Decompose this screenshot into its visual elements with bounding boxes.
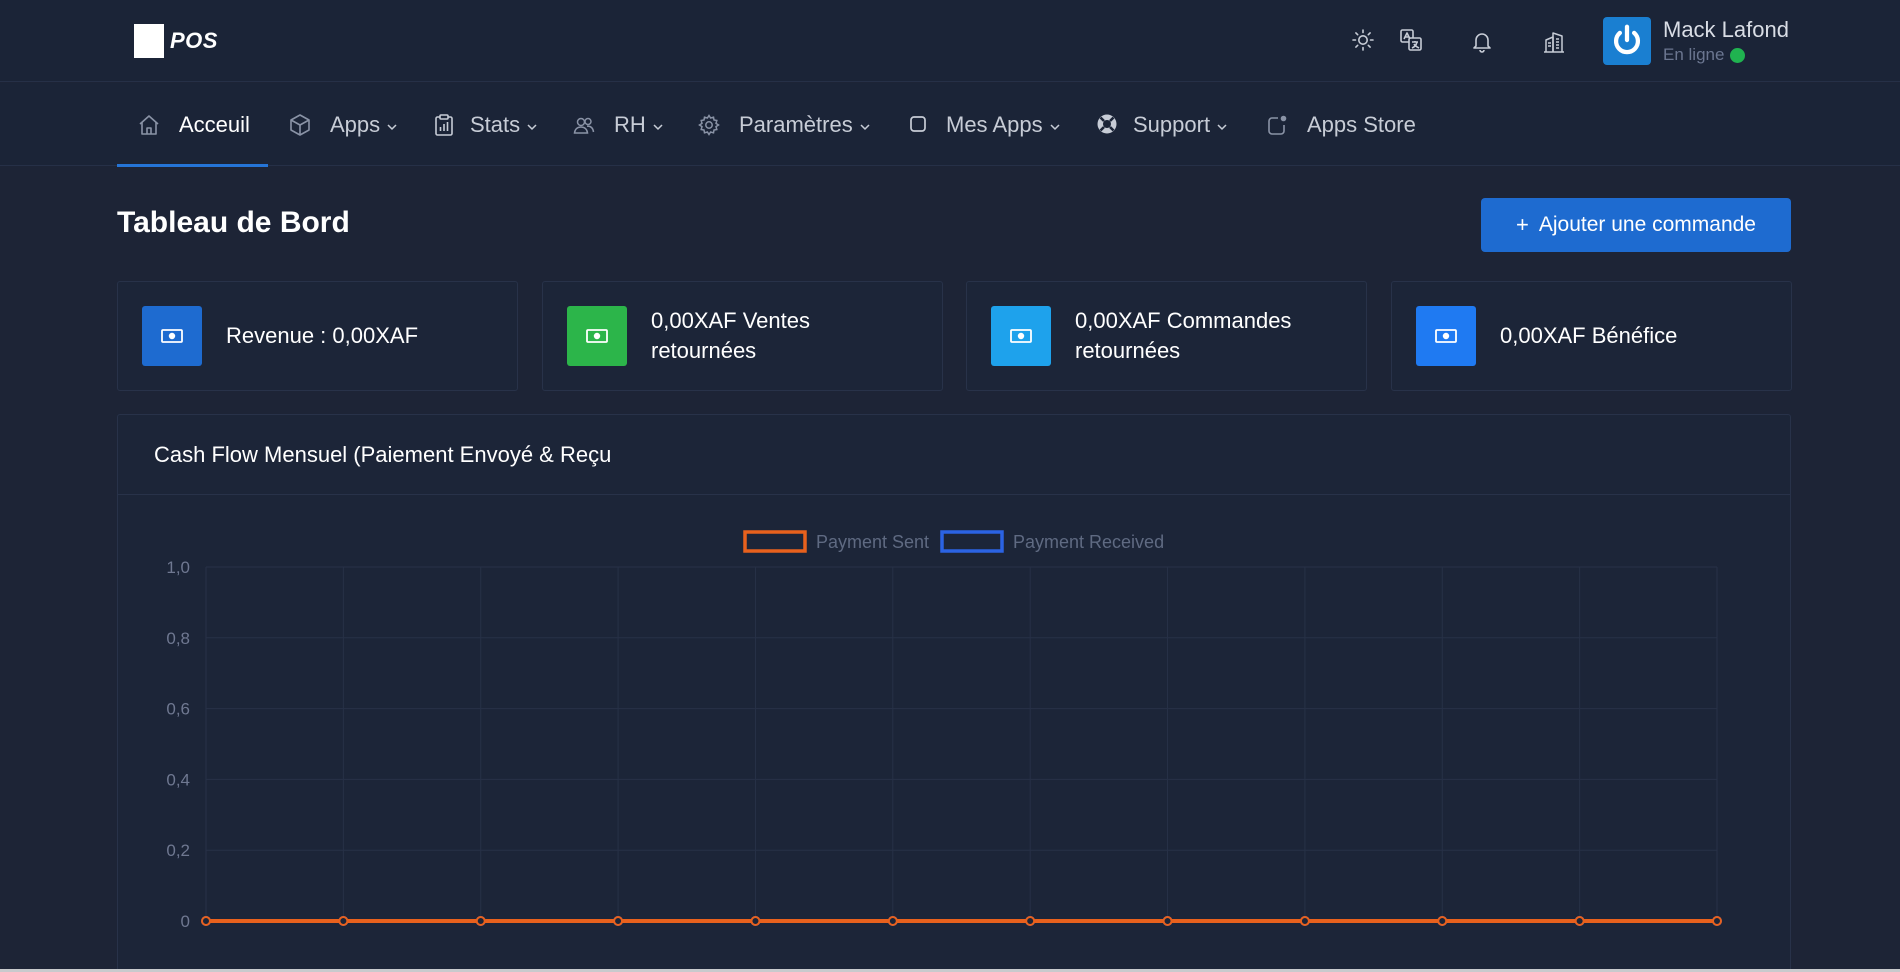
data-point bbox=[475, 916, 486, 926]
lifebuoy-icon bbox=[1097, 114, 1117, 133]
y-tick-label: 0,4 bbox=[166, 770, 190, 789]
nav-item-label: Paramètres bbox=[739, 111, 853, 137]
nav-item-stats[interactable]: Stats bbox=[432, 83, 538, 166]
chevron-down-icon bbox=[1217, 123, 1227, 130]
nav-item-parametres[interactable]: Paramètres bbox=[697, 83, 871, 166]
nav-item-rh[interactable]: RH bbox=[572, 83, 664, 166]
y-tick-label: 1,0 bbox=[166, 558, 190, 577]
data-point bbox=[338, 916, 349, 926]
y-tick-label: 0,2 bbox=[166, 841, 190, 860]
nav-item-mes-apps[interactable]: Mes Apps bbox=[906, 83, 1061, 166]
plus-icon: + bbox=[1516, 212, 1529, 237]
stat-card-revenue: Revenue : 0,00XAF bbox=[117, 281, 518, 391]
money-icon bbox=[142, 306, 202, 366]
bell-icon[interactable] bbox=[1468, 27, 1496, 55]
data-point bbox=[201, 916, 211, 926]
sun-icon[interactable] bbox=[1349, 26, 1377, 54]
chart-title: Cash Flow Mensuel (Paiement Envoyé & Reç… bbox=[118, 415, 1790, 495]
data-point bbox=[1299, 916, 1310, 926]
stat-card-returned-orders: 0,00XAF Commandes retournées bbox=[966, 281, 1367, 391]
main-nav: Acceuil Apps Stats RH Paramètres Mes App… bbox=[0, 83, 1900, 167]
data-point bbox=[613, 916, 624, 926]
page-title: Tableau de Bord bbox=[117, 206, 350, 239]
box-icon bbox=[290, 113, 310, 136]
nav-item-label: Acceuil bbox=[179, 111, 250, 137]
y-tick-label: 0,8 bbox=[166, 629, 190, 648]
nav-item-label: Support bbox=[1133, 111, 1211, 137]
chevron-down-icon bbox=[387, 123, 397, 130]
chevron-down-icon bbox=[860, 123, 870, 130]
data-point bbox=[1437, 916, 1448, 926]
legend-label: Payment Sent bbox=[816, 532, 929, 552]
nav-item-apps[interactable]: Apps bbox=[288, 83, 398, 166]
logo[interactable]: POS bbox=[134, 24, 218, 58]
data-point bbox=[750, 916, 761, 926]
add-order-button-label: Ajouter une commande bbox=[1538, 213, 1756, 236]
nav-item-label: RH bbox=[614, 111, 646, 137]
nav-item-support[interactable]: Support bbox=[1095, 83, 1228, 166]
nav-item-apps-store[interactable]: Apps Store bbox=[1265, 83, 1416, 166]
stat-card-text: 0,00XAF Commandes retournées bbox=[1075, 308, 1292, 363]
logo-mark bbox=[134, 24, 164, 58]
square-icon bbox=[910, 115, 926, 132]
home-icon bbox=[139, 114, 159, 135]
cash-flow-chart: 1,0 0,8 0,6 0,4 0,2 0 Payment Sent Payment Rece… bbox=[118, 496, 1792, 972]
logo-text: POS bbox=[170, 28, 218, 53]
data-point bbox=[1574, 916, 1585, 926]
nav-item-label: Mes Apps bbox=[946, 111, 1043, 137]
user-status: En ligne bbox=[1663, 43, 1789, 67]
gear-icon bbox=[698, 113, 720, 136]
chevron-down-icon bbox=[527, 123, 537, 130]
money-icon bbox=[567, 306, 627, 366]
user-status-label: En ligne bbox=[1663, 45, 1725, 64]
nav-item-acceuil[interactable]: Acceuil bbox=[117, 83, 268, 167]
legend-swatch bbox=[743, 530, 807, 553]
nav-item-label: Apps Store bbox=[1307, 111, 1416, 137]
chevron-down-icon bbox=[653, 123, 663, 130]
y-tick-label: 0 bbox=[181, 912, 190, 931]
online-indicator bbox=[1730, 47, 1746, 63]
data-point bbox=[1162, 916, 1173, 926]
users-icon bbox=[573, 117, 595, 134]
add-order-button[interactable]: + Ajouter une commande bbox=[1481, 198, 1791, 252]
clipboard-chart-icon bbox=[435, 113, 453, 136]
nav-item-label: Stats bbox=[470, 111, 521, 137]
user-name: Mack Lafond bbox=[1663, 17, 1789, 42]
stat-card-text: Revenue : 0,00XAF bbox=[226, 323, 419, 348]
chart-canvas: 1,0 0,8 0,6 0,4 0,2 0 Payment Sent Payment Rece… bbox=[166, 530, 1722, 931]
legend-label: Payment Received bbox=[1013, 532, 1164, 552]
data-point bbox=[887, 916, 898, 926]
y-tick-label: 0,6 bbox=[166, 700, 190, 719]
nav-item-label: Apps bbox=[330, 111, 381, 137]
stat-card-text: 0,00XAF Bénéfice bbox=[1500, 323, 1678, 348]
data-point bbox=[1025, 916, 1036, 926]
legend-swatch bbox=[940, 530, 1004, 553]
cash-flow-panel: Cash Flow Mensuel (Paiement Envoyé & Reç… bbox=[117, 414, 1791, 972]
user-menu[interactable]: Mack Lafond En ligne bbox=[1603, 17, 1789, 67]
data-point bbox=[1712, 916, 1722, 926]
translate-icon[interactable] bbox=[1397, 26, 1425, 54]
stat-card-returned-sales: 0,00XAF Ventes retournées bbox=[542, 281, 943, 391]
money-icon bbox=[1416, 306, 1476, 366]
app-badge-icon bbox=[1268, 115, 1287, 135]
building-icon[interactable] bbox=[1540, 28, 1568, 56]
top-bar: POS Mack Lafond En ligne bbox=[0, 0, 1900, 82]
stat-card-text: 0,00XAF Ventes retournées bbox=[651, 308, 810, 363]
chevron-down-icon bbox=[1050, 123, 1060, 130]
stat-card-profit: 0,00XAF Bénéfice bbox=[1391, 281, 1792, 391]
power-icon bbox=[1614, 24, 1640, 55]
money-icon bbox=[991, 306, 1051, 366]
avatar bbox=[1603, 17, 1651, 65]
